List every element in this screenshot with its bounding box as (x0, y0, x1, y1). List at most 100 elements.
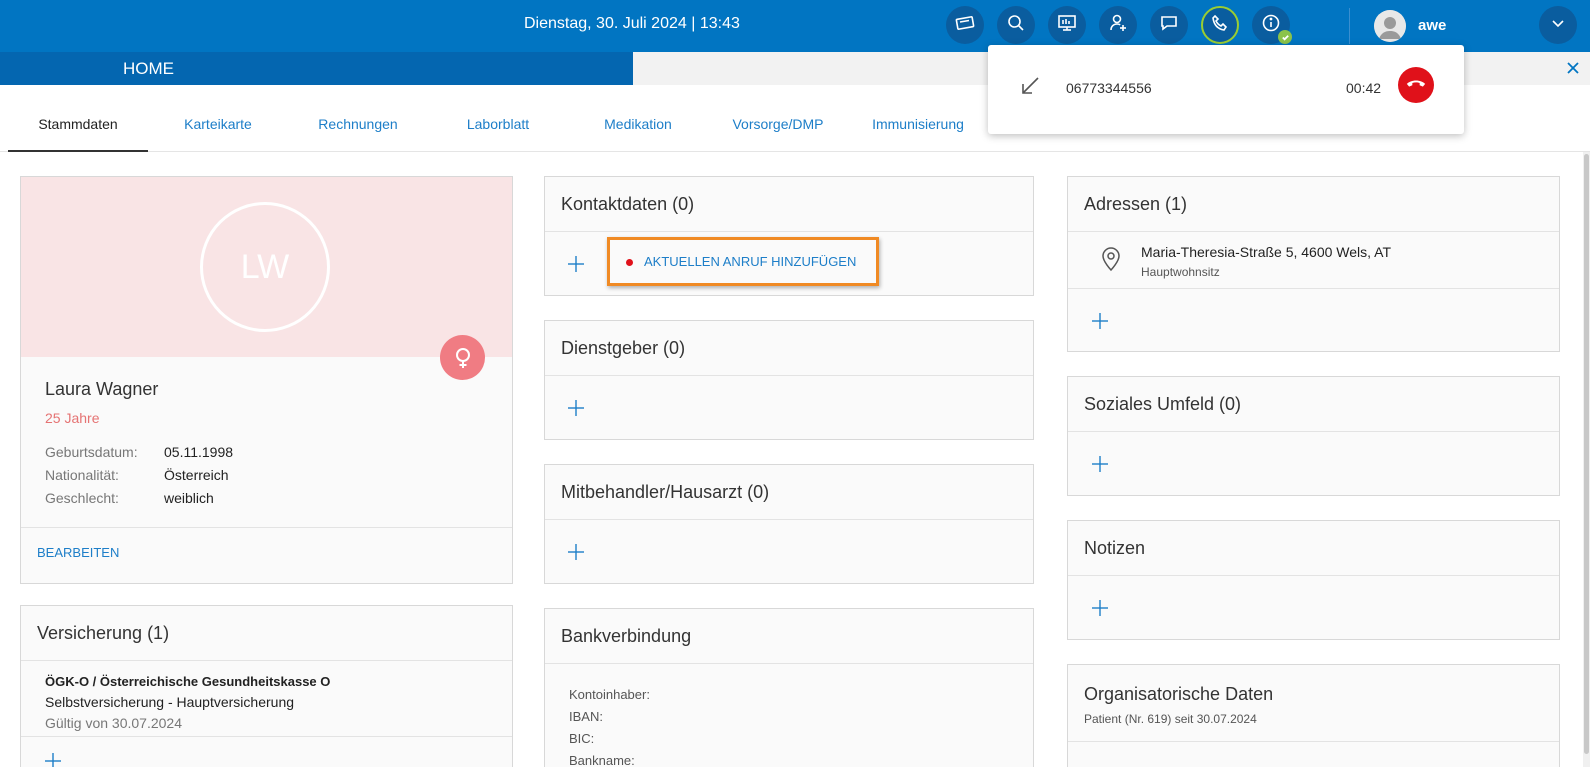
incoming-call-icon (1019, 75, 1041, 97)
add-insurance-button[interactable] (43, 751, 63, 767)
patient-name: Laura Wagner (45, 379, 159, 399)
account-owner-label: Kontoinhaber: (569, 687, 650, 702)
plus-icon (566, 544, 586, 566)
add-social-button[interactable] (1090, 454, 1110, 474)
card-reader-button[interactable] (946, 6, 984, 44)
toolbar-divider (1349, 8, 1350, 44)
address-title: Adressen (1) (1068, 177, 1559, 232)
tab-vorsorge-dmp[interactable]: Vorsorge/DMP (708, 96, 848, 152)
plus-icon (43, 753, 63, 767)
bank-card: Bankverbindung Kontoinhaber: IBAN: BIC: … (544, 608, 1034, 767)
iban-label: IBAN: (569, 709, 603, 724)
card-icon (955, 13, 975, 38)
female-icon (440, 335, 485, 380)
plus-icon (566, 400, 586, 422)
user-menu-button[interactable] (1539, 6, 1577, 44)
recording-dot (626, 259, 633, 266)
divider (1068, 288, 1559, 289)
search-button[interactable] (997, 6, 1035, 44)
divider (21, 736, 512, 737)
search-icon (1006, 13, 1026, 38)
messages-button[interactable] (1150, 6, 1188, 44)
insurance-provider: ÖGK-O / Österreichische Gesundheitskasse… (45, 674, 331, 689)
notes-card: Notizen (1067, 520, 1560, 640)
chat-icon (1159, 13, 1179, 38)
employer-title: Dienstgeber (0) (545, 321, 1033, 376)
close-icon (1565, 62, 1581, 80)
add-user-icon (1108, 13, 1128, 38)
insurance-card: Versicherung (1) ÖGK-O / Österreichische… (20, 605, 513, 767)
tab-laborblatt[interactable]: Laborblatt (428, 96, 568, 152)
date-time: Dienstag, 30. Juli 2024 | 13:43 (524, 15, 740, 32)
insurance-valid: Gültig von 30.07.2024 (45, 715, 182, 731)
phone-icon (1210, 13, 1230, 38)
add-patient-button[interactable] (1099, 6, 1137, 44)
birthdate-value: 05.11.1998 (164, 444, 234, 460)
bank-title: Bankverbindung (545, 609, 1033, 664)
birthdate-label: Geburtsdatum: (45, 444, 138, 460)
gender-label: Geschlecht: (45, 490, 119, 506)
hang-up-icon (1405, 72, 1427, 99)
social-card: Soziales Umfeld (0) (1067, 376, 1560, 496)
add-cotreater-button[interactable] (566, 542, 586, 562)
scrollbar[interactable] (1583, 152, 1590, 767)
caller-number: 06773344556 (1066, 80, 1152, 96)
add-current-call-button[interactable]: AKTUELLEN ANRUF HINZUFÜGEN (607, 237, 879, 286)
plus-icon (1090, 456, 1110, 478)
gender-value: weiblich (164, 490, 214, 506)
phone-button[interactable] (1201, 6, 1239, 44)
add-address-button[interactable] (1090, 311, 1110, 331)
patient-initials: LW (200, 202, 330, 332)
tab-stammdaten[interactable]: Stammdaten (8, 96, 148, 152)
hang-up-button[interactable] (1398, 67, 1434, 103)
cotreater-title: Mitbehandler/Hausarzt (0) (545, 465, 1033, 520)
plus-icon (1090, 313, 1110, 335)
profile-banner: LW (21, 177, 512, 357)
tab-home[interactable]: HOME (0, 52, 633, 85)
user-name[interactable]: awe (1418, 17, 1446, 34)
address-line[interactable]: Maria-Theresia-Straße 5, 4600 Wels, AT (1141, 244, 1391, 260)
address-type: Hauptwohnsitz (1141, 265, 1220, 279)
employer-card: Dienstgeber (0) (544, 320, 1034, 440)
add-contact-button[interactable] (566, 254, 586, 274)
patient-age: 25 Jahre (45, 410, 100, 426)
info-button[interactable] (1252, 6, 1292, 44)
social-title: Soziales Umfeld (0) (1068, 377, 1559, 432)
check-icon (1278, 30, 1292, 44)
close-tab-button[interactable] (1565, 60, 1581, 76)
add-note-button[interactable] (1090, 598, 1110, 618)
plus-icon (1090, 600, 1110, 622)
call-timer: 00:42 (1346, 80, 1382, 96)
insurance-title: Versicherung (1) (21, 606, 512, 661)
org-data-title: Organisatorische Daten (1084, 684, 1274, 704)
bic-label: BIC: (569, 731, 595, 746)
org-data-card: Organisatorische Daten Patient (Nr. 619)… (1067, 664, 1560, 767)
bank-name-label: Bankname: (569, 753, 635, 767)
notes-title: Notizen (1068, 521, 1559, 576)
contact-title: Kontaktdaten (0) (545, 177, 1033, 232)
nationality-value: Österreich (164, 467, 229, 483)
tab-medikation[interactable]: Medikation (568, 96, 708, 152)
cotreater-card: Mitbehandler/Hausarzt (0) (544, 464, 1034, 584)
add-employer-button[interactable] (566, 398, 586, 418)
divider (1068, 741, 1559, 742)
tab-immunisierung[interactable]: Immunisierung (848, 96, 988, 152)
dashboard-button[interactable] (1048, 6, 1086, 44)
insurance-type: Selbstversicherung - Hauptversicherung (45, 694, 295, 710)
scrollbar-thumb[interactable] (1584, 154, 1589, 754)
plus-icon (566, 256, 586, 278)
nationality-label: Nationalität: (45, 467, 119, 483)
chevron-down-icon (1548, 13, 1568, 38)
org-data-subtitle: Patient (Nr. 619) seit 30.07.2024 (1084, 712, 1257, 726)
add-current-call-label: AKTUELLEN ANRUF HINZUFÜGEN (644, 254, 857, 269)
tab-rechnungen[interactable]: Rechnungen (288, 96, 428, 152)
avatar[interactable] (1374, 10, 1406, 42)
divider (21, 527, 512, 528)
active-call-popup: 06773344556 00:42 (988, 45, 1464, 134)
edit-button[interactable]: BEARBEITEN (37, 545, 119, 560)
tab-karteikarte[interactable]: Karteikarte (148, 96, 288, 152)
address-card: Adressen (1) Maria-Theresia-Straße 5, 46… (1067, 176, 1560, 352)
dashboard-icon (1057, 13, 1077, 38)
location-pin-icon (1100, 244, 1122, 272)
patient-profile-card: LW Laura Wagner 25 Jahre Geburtsdatum: 0… (20, 176, 513, 584)
